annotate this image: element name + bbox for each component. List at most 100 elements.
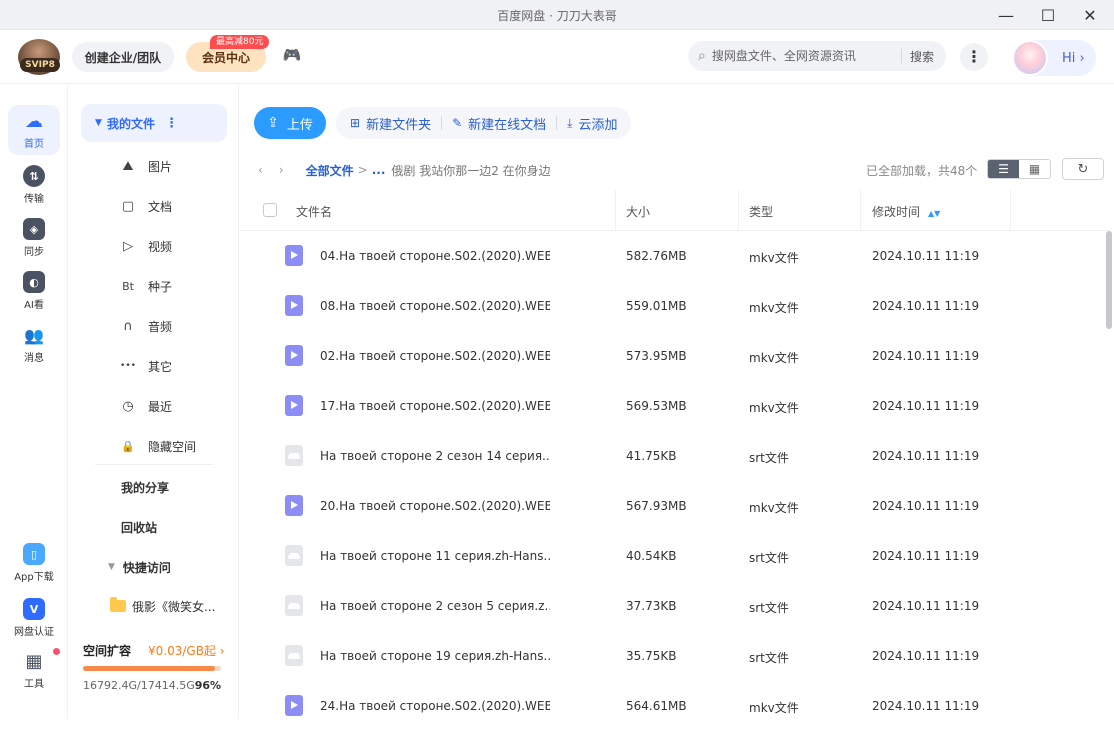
nav-recycle-bin[interactable]: 回收站 — [121, 515, 157, 539]
video-file-icon — [285, 245, 303, 266]
tools-icon: ▦ — [25, 650, 43, 672]
column-divider[interactable] — [1010, 190, 1011, 231]
table-row[interactable]: 02.На твоей стороне.S02.(2020).WEB... 573… — [240, 331, 1110, 381]
file-name: 20.На твоей стороне.S02.(2020).WEB... — [320, 499, 550, 513]
main-content: ⇪ 上传 ⊞ 新建文件夹 ✎ 新建在线文档 ⤓ 云添加 ‹ › 全部文件 > ... 俄… — [240, 85, 1114, 719]
refresh-icon[interactable]: ↻ — [1062, 158, 1104, 180]
nav-item-label: 最近 — [148, 399, 173, 414]
rail-item-app-download[interactable]: ▯ App下载 — [6, 538, 62, 588]
file-name: 24.На твоей стороне.S02.(2020).WEB... — [320, 699, 550, 713]
table-row[interactable]: 20.На твоей стороне.S02.(2020).WEB... 567… — [240, 481, 1110, 531]
search-box: ⌕ 搜索 — [688, 41, 946, 71]
column-divider[interactable] — [738, 190, 739, 231]
nav-quick-folder[interactable]: 俄影《微笑女... — [110, 594, 215, 618]
image-icon: ⛰ — [122, 158, 134, 174]
close-icon[interactable]: ✕ — [1075, 4, 1105, 26]
nav-item-images[interactable]: ⛰ 图片 — [120, 154, 172, 178]
table-row[interactable]: На твоей стороне 11 серия.zh-Hans.... 40.… — [240, 531, 1110, 581]
nav-item-hidden-space[interactable]: 🔒 隐藏空间 — [120, 434, 196, 458]
select-all-checkbox[interactable] — [263, 203, 277, 217]
table-row[interactable]: 08.На твоей стороне.S02.(2020).WEB... 559… — [240, 281, 1110, 331]
toolbar-actions: ⊞ 新建文件夹 ✎ 新建在线文档 ⤓ 云添加 — [336, 107, 632, 139]
grid-view-icon[interactable]: ▦ — [1019, 160, 1050, 178]
nav-item-label: 隐藏空间 — [148, 439, 197, 454]
new-folder-button[interactable]: ⊞ 新建文件夹 — [346, 114, 435, 133]
column-divider[interactable] — [860, 190, 861, 231]
list-view-icon[interactable]: ☰ — [988, 160, 1019, 178]
column-header-type[interactable]: 类型 — [749, 203, 773, 220]
column-header-size[interactable]: 大小 — [626, 203, 650, 220]
nav-my-files[interactable]: ▼ 我的文件 ⋮ — [81, 104, 227, 142]
column-header-name[interactable]: 文件名 — [296, 203, 332, 220]
column-header-time[interactable]: 修改时间 ▲▼ — [872, 203, 940, 220]
rail-item-sync[interactable]: ◈ 同步 — [8, 213, 60, 263]
maximize-icon[interactable]: ☐ — [1033, 4, 1063, 26]
rail-item-messages[interactable]: 👥 消息 — [8, 319, 60, 369]
search-input[interactable] — [711, 49, 893, 63]
table-row[interactable]: 17.На твоей стороне.S02.(2020).WEB... 569… — [240, 381, 1110, 431]
rail-item-tools[interactable]: ▦ 工具 — [8, 645, 60, 695]
svip-badge: SVIP8 — [20, 58, 60, 72]
gamepad-icon[interactable]: 🎮 — [282, 47, 302, 63]
subtitle-file-icon — [285, 445, 303, 466]
loaded-count: 已全部加载，共48个 — [866, 164, 978, 178]
file-type: mkv文件 — [749, 401, 799, 415]
hi-label: Hi › — [1062, 50, 1085, 66]
rail-item-ai-watch[interactable]: ◐ AI看 — [8, 266, 60, 316]
table-row[interactable]: На твоей стороне 2 сезон 5 серия.z... 37.… — [240, 581, 1110, 631]
back-arrow-icon[interactable]: ‹ — [258, 163, 263, 177]
search-button[interactable]: 搜索 — [910, 48, 934, 65]
lock-icon: 🔒 — [121, 439, 135, 453]
nav-item-label: 种子 — [148, 279, 173, 294]
table-row[interactable]: 04.На твоей стороне.S02.(2020).WEB... 582… — [240, 231, 1110, 281]
cloud-icon: ☁ — [25, 110, 43, 132]
rail-item-transfer[interactable]: ⇅ 传输 — [8, 160, 60, 210]
file-name: На твоей стороне 11 серия.zh-Hans.... — [320, 549, 550, 563]
rail-item-verify[interactable]: V 网盘认证 — [6, 593, 62, 643]
column-divider[interactable] — [615, 190, 616, 231]
file-modified-time: 2024.10.11 11:19 — [872, 249, 980, 263]
upload-button[interactable]: ⇪ 上传 — [254, 107, 326, 139]
file-type: mkv文件 — [749, 501, 799, 515]
file-name: На твоей стороне 19 серия.zh-Hans.... — [320, 649, 550, 663]
nav-item-videos[interactable]: ▷ 视频 — [120, 234, 172, 258]
scrollbar[interactable] — [1106, 231, 1112, 329]
more-vertical-icon[interactable]: ⋮ — [165, 116, 178, 131]
subtitle-file-icon — [285, 645, 303, 666]
storage-expand-link[interactable]: ¥0.03/GB起 › — [148, 642, 225, 659]
minimize-icon[interactable]: — — [991, 4, 1021, 26]
file-modified-time: 2024.10.11 11:19 — [872, 649, 980, 663]
rail-label: 工具 — [24, 679, 44, 690]
file-type: mkv文件 — [749, 351, 799, 365]
nav-item-torrents[interactable]: Bt 种子 — [120, 274, 172, 298]
breadcrumb-ellipsis[interactable]: ... — [372, 163, 386, 177]
cloud-add-button[interactable]: ⤓ 云添加 — [563, 114, 621, 133]
more-options-icon[interactable]: ⋮ — [960, 43, 988, 71]
sort-icon[interactable]: ▲▼ — [928, 209, 940, 218]
nav-item-docs[interactable]: ▢ 文档 — [120, 194, 172, 218]
more-horizontal-icon: ••• — [120, 361, 136, 371]
table-row[interactable]: 24.На твоей стороне.S02.(2020).WEB... 564… — [240, 681, 1110, 731]
rail-item-home[interactable]: ☁ 首页 — [8, 105, 60, 155]
file-modified-time: 2024.10.11 11:19 — [872, 299, 980, 313]
file-name: На твоей стороне 2 сезон 14 серия.... — [320, 449, 550, 463]
toolbar-divider — [556, 116, 558, 130]
create-enterprise-button[interactable]: 创建企业/团队 — [72, 42, 174, 72]
file-size: 35.75KB — [626, 649, 677, 663]
forward-arrow-icon[interactable]: › — [279, 163, 284, 177]
assistant-hi-button[interactable]: Hi › — [1012, 40, 1096, 76]
nav-quick-access[interactable]: ▼ 快捷访问 — [108, 555, 171, 579]
new-online-doc-button[interactable]: ✎ 新建在线文档 — [448, 114, 550, 133]
promo-badge: 最高减80元 — [210, 35, 270, 49]
nav-item-audio[interactable]: ∩ 音频 — [120, 314, 172, 338]
table-row[interactable]: На твоей стороне 19 серия.zh-Hans.... 35.… — [240, 631, 1110, 681]
table-row[interactable]: На твоей стороне 2 сезон 14 серия.... 41.… — [240, 431, 1110, 481]
nav-item-other[interactable]: ••• 其它 — [120, 354, 172, 378]
sync-icon: ◈ — [23, 218, 45, 240]
left-rail: ☁ 首页 ⇅ 传输 ◈ 同步 ◐ AI看 👥 消息 ▯ App下载 V 网盘认证… — [0, 85, 68, 719]
storage-progress-fill — [83, 666, 216, 671]
file-size: 41.75KB — [626, 449, 677, 463]
breadcrumb-root[interactable]: 全部文件 — [306, 162, 354, 179]
nav-my-share[interactable]: 我的分享 — [121, 475, 169, 499]
nav-item-recent[interactable]: ◷ 最近 — [120, 394, 172, 418]
